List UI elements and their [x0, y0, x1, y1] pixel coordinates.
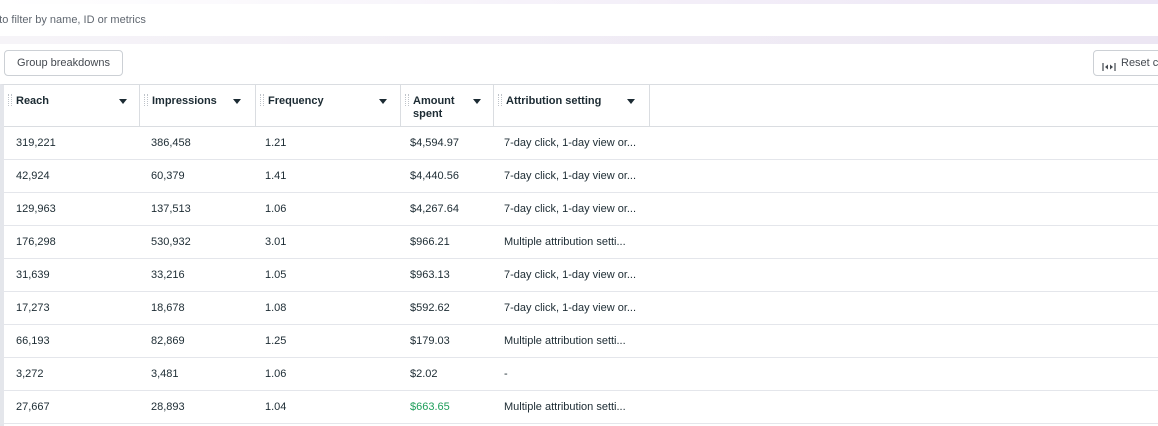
column-resize-handle[interactable] [8, 94, 12, 106]
cell-impressions: 60,379 [151, 170, 185, 182]
column-label: Reach [16, 95, 50, 107]
cell-attribution: 7-day click, 1-day view or... [504, 137, 637, 149]
cell-impressions: 386,458 [151, 137, 191, 149]
table-row[interactable]: 27,667 28,893 1.04 $663.65 Multiple attr… [4, 391, 1158, 424]
cell-amount-spent: $966.21 [410, 236, 450, 248]
column-resize-handle[interactable] [498, 94, 502, 106]
cell-impressions: 530,932 [151, 236, 191, 248]
reset-columns-icon [1102, 57, 1116, 72]
column-dropdown-icon[interactable] [468, 93, 486, 109]
table-toolbar: Group breakdowns Reset c [0, 44, 1158, 84]
cell-frequency: 1.41 [265, 170, 287, 182]
column-header-impressions: Impressions [140, 85, 256, 127]
cell-frequency: 1.21 [265, 137, 287, 149]
cell-amount-spent: $963.13 [410, 269, 450, 281]
table-row[interactable]: 3,272 3,481 1.06 $2.02 - [4, 358, 1158, 391]
cell-reach: 3,272 [16, 368, 44, 380]
cell-reach: 129,963 [16, 203, 56, 215]
cell-attribution: 7-day click, 1-day view or... [504, 269, 637, 281]
cell-amount-spent: $179.03 [410, 335, 450, 347]
reset-columns-button[interactable]: Reset c [1093, 50, 1158, 76]
search-input[interactable] [0, 9, 1090, 31]
cell-attribution: - [504, 368, 508, 380]
cell-reach: 27,667 [16, 401, 50, 413]
cell-reach: 66,193 [16, 335, 50, 347]
reset-columns-label: Reset c [1121, 57, 1158, 69]
cell-frequency: 1.25 [265, 335, 287, 347]
column-header-reach: Reach [4, 85, 140, 127]
cell-amount-spent: $592.62 [410, 302, 450, 314]
search-bar [0, 4, 1158, 36]
column-label: Attribution setting [506, 95, 602, 107]
cell-attribution: 7-day click, 1-day view or... [504, 203, 637, 215]
table-row[interactable]: 17,273 18,678 1.08 $592.62 7-day click, … [4, 292, 1158, 325]
cell-impressions: 18,678 [151, 302, 185, 314]
cell-amount-spent: $4,267.64 [410, 203, 459, 215]
column-label: Impressions [152, 95, 217, 107]
cell-attribution: Multiple attribution setti... [504, 236, 626, 248]
cell-amount-spent: $2.02 [410, 368, 438, 380]
cell-frequency: 3.01 [265, 236, 287, 248]
column-header-amount-spent: Amount spent [401, 85, 494, 127]
table-row[interactable]: 31,639 33,216 1.05 $963.13 7-day click, … [4, 259, 1158, 292]
cell-impressions: 82,869 [151, 335, 185, 347]
column-header-frequency: Frequency [256, 85, 401, 127]
column-label: Frequency [268, 95, 324, 107]
cell-frequency: 1.08 [265, 302, 287, 314]
cell-frequency: 1.06 [265, 203, 287, 215]
cell-frequency: 1.04 [265, 401, 287, 413]
cell-attribution: Multiple attribution setti... [504, 335, 626, 347]
column-resize-handle[interactable] [405, 94, 409, 106]
column-dropdown-icon[interactable] [374, 93, 392, 109]
cell-impressions: 28,893 [151, 401, 185, 413]
cell-frequency: 1.06 [265, 368, 287, 380]
column-resize-handle[interactable] [260, 94, 264, 106]
column-resize-handle[interactable] [144, 94, 148, 106]
column-dropdown-icon[interactable] [228, 93, 246, 109]
column-header-attribution-setting: Attribution setting [494, 85, 650, 127]
column-dropdown-icon[interactable] [622, 93, 640, 109]
section-divider [0, 36, 1158, 44]
column-label: Amount spent [413, 95, 455, 120]
data-table: Reach Impressions Frequency Amount spent… [0, 84, 1158, 426]
cell-impressions: 137,513 [151, 203, 191, 215]
cell-attribution: Multiple attribution setti... [504, 401, 626, 413]
table-header: Reach Impressions Frequency Amount spent… [4, 85, 1158, 127]
column-dropdown-icon[interactable] [114, 93, 132, 109]
table-row[interactable]: 42,924 60,379 1.41 $4,440.56 7-day click… [4, 160, 1158, 193]
cell-reach: 17,273 [16, 302, 50, 314]
cell-impressions: 3,481 [151, 368, 179, 380]
cell-attribution: 7-day click, 1-day view or... [504, 170, 637, 182]
cell-reach: 319,221 [16, 137, 56, 149]
cell-reach: 176,298 [16, 236, 56, 248]
group-breakdowns-button[interactable]: Group breakdowns [4, 50, 123, 76]
table-row[interactable]: 176,298 530,932 3.01 $966.21 Multiple at… [4, 226, 1158, 259]
cell-amount-spent: $4,594.97 [410, 137, 459, 149]
cell-attribution: 7-day click, 1-day view or... [504, 302, 637, 314]
table-row[interactable]: 66,193 82,869 1.25 $179.03 Multiple attr… [4, 325, 1158, 358]
cell-impressions: 33,216 [151, 269, 185, 281]
cell-amount-spent: $4,440.56 [410, 170, 459, 182]
cell-frequency: 1.05 [265, 269, 287, 281]
table-row[interactable]: 129,963 137,513 1.06 $4,267.64 7-day cli… [4, 193, 1158, 226]
cell-reach: 42,924 [16, 170, 50, 182]
cell-reach: 31,639 [16, 269, 50, 281]
table-row[interactable]: 319,221 386,458 1.21 $4,594.97 7-day cli… [4, 127, 1158, 160]
cell-amount-spent: $663.65 [410, 401, 450, 413]
